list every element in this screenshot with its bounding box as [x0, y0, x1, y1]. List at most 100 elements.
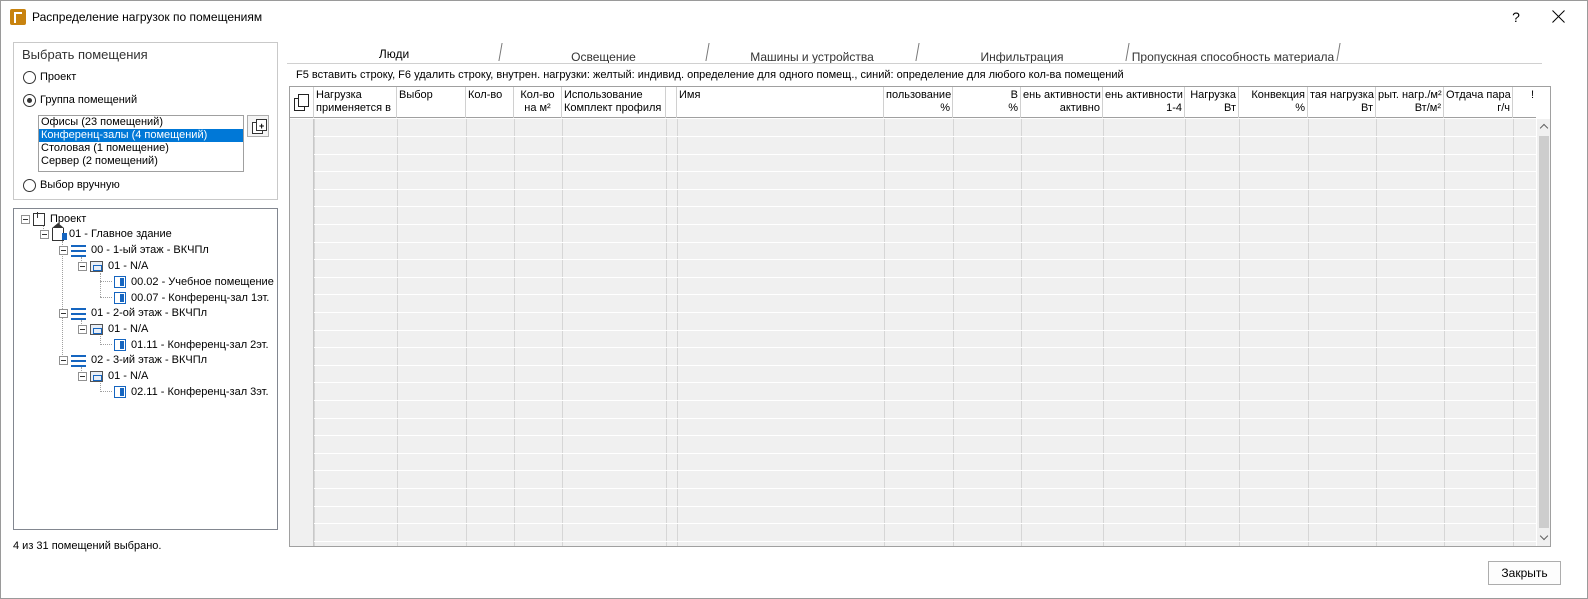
row-selector-column[interactable] [290, 119, 314, 546]
collapse-toggle[interactable] [40, 229, 49, 239]
vertical-scrollbar[interactable] [1537, 119, 1550, 546]
collapse-toggle[interactable] [59, 308, 68, 318]
collapse-toggle[interactable] [78, 324, 87, 334]
scroll-up-icon[interactable] [1540, 123, 1548, 131]
collapse-toggle[interactable] [59, 245, 68, 255]
column-header[interactable]: Кол-во [466, 87, 514, 118]
tab-label: Освещение [571, 50, 636, 64]
column-header[interactable]: Кол-во на м² [514, 87, 562, 118]
column-header[interactable]: Нагрузка применяется в [314, 87, 397, 118]
tab-underline [287, 63, 1542, 64]
grid-body[interactable] [290, 119, 1536, 546]
keyboard-hint: F5 вставить строку, F6 удалить строку, в… [296, 69, 1124, 81]
radio-manual-label: Выбор вручную [40, 179, 120, 191]
help-button[interactable]: ? [1506, 7, 1526, 27]
tree-node-room[interactable]: 02.11 - Конференц-зал 3эт. [114, 384, 269, 400]
tree-node-label: 01 - N/A [108, 323, 149, 335]
tree-node-label: 01 - N/A [108, 260, 149, 272]
radio-manual-indicator[interactable] [23, 178, 36, 192]
tab-label: Пропускная способность материала [1131, 50, 1335, 64]
column-header[interactable]: ! [1513, 87, 1536, 118]
room-icon [114, 292, 126, 304]
group-list-item[interactable]: Офисы (23 помещений) [39, 116, 243, 129]
column-header[interactable]: Имя [677, 87, 884, 118]
group-list-item[interactable]: Конференц-залы (4 помещений) [39, 129, 243, 142]
tree-node-label: 00.02 - Учебное помещение [131, 276, 274, 288]
close-window-icon[interactable] [1549, 7, 1569, 27]
tree-node-room[interactable]: 00.02 - Учебное помещение [114, 274, 274, 290]
loads-grid[interactable]: Нагрузка применяется в Выбор Кол-во Кол-в… [289, 86, 1551, 547]
tree-node-label: 01 - 2-ой этаж - ВКЧПл [91, 307, 208, 319]
tree-node-label: 01.11 - Конференц-зал 2эт. [131, 339, 269, 351]
project-icon [33, 211, 45, 226]
column-header[interactable]: Конвекция% [1239, 87, 1308, 118]
tree-node-floor[interactable]: 02 - 3-ий этаж - ВКЧПл [59, 352, 207, 368]
collapse-toggle[interactable] [78, 261, 87, 271]
zone-icon [90, 260, 103, 272]
radio-group[interactable]: Группа помещений [23, 92, 137, 108]
floor-icon [71, 244, 86, 257]
floor-icon [71, 307, 86, 320]
tree-node-building[interactable]: 01 - Главное здание [40, 222, 172, 242]
column-header[interactable]: рыт. нагр./м² Вт/м² [1376, 87, 1444, 118]
copy-icon[interactable] [294, 94, 309, 111]
selection-status: 4 из 31 помещений выбрано. [13, 540, 162, 552]
column-header[interactable]: тая нагрузка Вт [1308, 87, 1376, 118]
tree-node-room[interactable]: 01.11 - Конференц-зал 2эт. [114, 337, 269, 353]
tree-node-floor[interactable]: 00 - 1-ый этаж - ВКЧПл [59, 242, 209, 258]
tree-node-room[interactable]: 00.07 - Конференц-зал 1эт. [114, 290, 269, 306]
close-button[interactable]: Закрыть [1488, 561, 1561, 585]
column-header[interactable]: Использование Комплект профиля [562, 87, 666, 118]
window-title: Распределение нагрузок по помещениям [32, 10, 263, 24]
radio-group-label: Группа помещений [40, 94, 138, 106]
radio-project-label: Проект [40, 71, 77, 83]
building-icon [52, 222, 67, 241]
add-icon: + [259, 121, 265, 131]
tab-label: Машины и устройства [750, 50, 874, 64]
column-header[interactable]: Нагрузка Вт [1185, 87, 1239, 118]
tree-node-label: 00.07 - Конференц-зал 1эт. [131, 292, 270, 304]
radio-project-indicator[interactable] [23, 70, 36, 84]
column-header[interactable]: ень активности активно [1021, 87, 1103, 118]
edit-groups-button[interactable]: + [247, 115, 269, 137]
app-icon [10, 9, 26, 25]
radio-manual[interactable]: Выбор вручную [23, 177, 120, 193]
radio-group-indicator[interactable] [23, 93, 36, 107]
room-icon [114, 276, 126, 288]
tree-node-label: 01 - N/A [108, 370, 149, 382]
column-header[interactable]: В% [953, 87, 1021, 118]
tab-label: Инфильтрация [980, 50, 1064, 64]
room-selection-panel: Выбрать помещения Проект Группа помещени… [13, 42, 278, 200]
floor-icon [71, 354, 86, 367]
column-header[interactable]: пользование% [884, 87, 953, 118]
tab-label: Люди [378, 47, 410, 61]
group-list-item[interactable]: Столовая (1 помещение) [39, 142, 243, 155]
group-list[interactable]: Офисы (23 помещений) Конференц-залы (4 п… [38, 115, 244, 172]
room-selection-title: Выбрать помещения [22, 47, 148, 62]
tree-node-label: 02.11 - Конференц-зал 3эт. [131, 386, 269, 398]
copy-column-header[interactable] [290, 87, 314, 118]
radio-project[interactable]: Проект [23, 69, 76, 85]
tab-people[interactable]: Люди [289, 42, 499, 64]
tree-node-zone[interactable]: 01 - N/A [78, 368, 148, 384]
collapse-toggle[interactable] [59, 355, 68, 365]
collapse-toggle[interactable] [21, 214, 30, 224]
zone-icon [90, 370, 103, 382]
column-header[interactable]: ень активности 1-4 [1103, 87, 1185, 118]
room-icon [114, 386, 126, 398]
collapse-toggle[interactable] [78, 371, 87, 381]
grid-header: Нагрузка применяется в Выбор Кол-во Кол-в… [290, 87, 1536, 118]
group-list-item[interactable]: Сервер (2 помещений) [39, 155, 243, 168]
column-header[interactable]: Выбор [397, 87, 466, 118]
column-header[interactable]: Отдача пара г/ч [1444, 87, 1513, 118]
tree-node-zone[interactable]: 01 - N/A [78, 321, 148, 337]
tree-node-floor[interactable]: 01 - 2-ой этаж - ВКЧПл [59, 305, 207, 321]
tree-node-label: 01 - Главное здание [69, 228, 172, 240]
building-tree[interactable]: Проект 01 - Главное здание 00 - 1-ый эта… [13, 208, 278, 530]
tree-node-zone[interactable]: 01 - N/A [78, 258, 148, 274]
column-header[interactable] [666, 87, 677, 118]
dialog-window: Распределение нагрузок по помещениям ? В… [0, 0, 1588, 599]
scroll-thumb[interactable] [1539, 136, 1549, 528]
tree-node-label: 02 - 3-ий этаж - ВКЧПл [91, 354, 208, 366]
scroll-down-icon[interactable] [1540, 534, 1548, 542]
